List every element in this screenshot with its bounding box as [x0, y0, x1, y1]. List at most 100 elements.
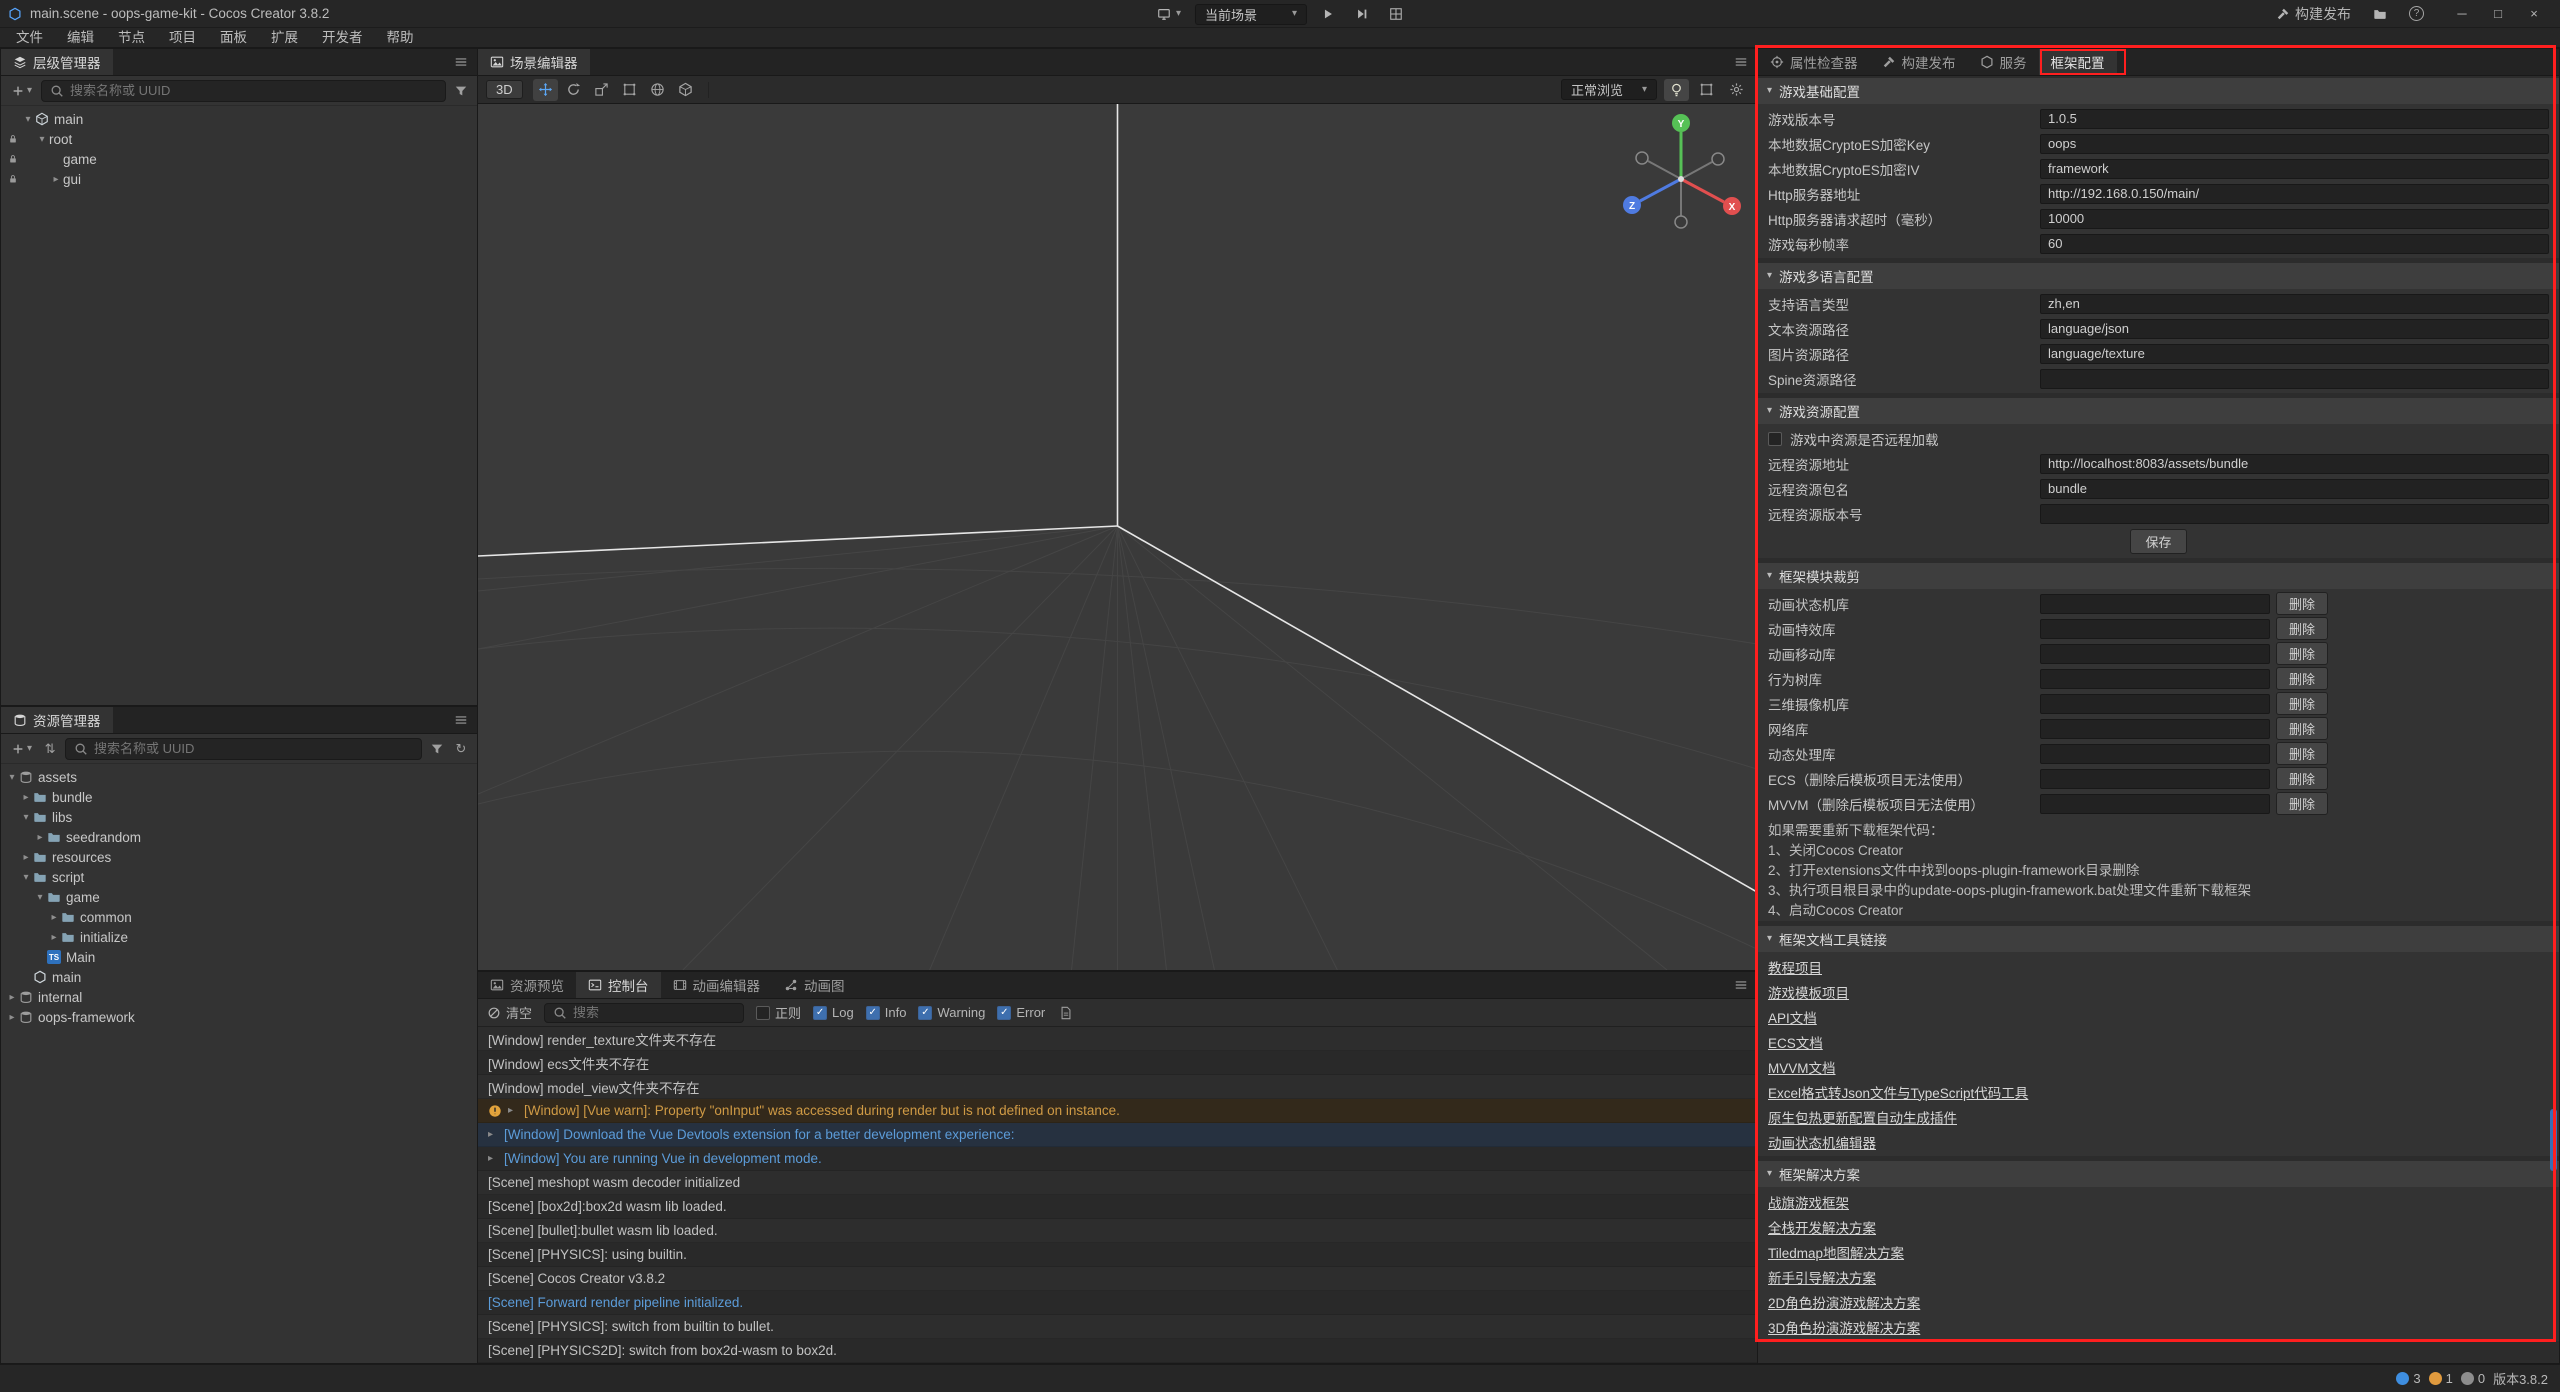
assets-panel-menu-button[interactable] [445, 707, 477, 733]
property-input[interactable] [2040, 109, 2549, 129]
log-row[interactable]: ▸[Window] You are running Vue in develop… [478, 1147, 1757, 1171]
tree-item[interactable]: ▸initialize [1, 927, 477, 947]
scene-panel-menu-button[interactable] [1725, 49, 1757, 75]
menu-item[interactable]: 面板 [208, 28, 259, 48]
scene-select[interactable]: 当前场景 ▾ [1195, 4, 1307, 25]
inspector-scrollbar[interactable] [2550, 1109, 2557, 1171]
rotate-tool-icon[interactable] [561, 79, 586, 101]
delete-module-button[interactable]: 删除 [2276, 642, 2328, 665]
close-button[interactable]: × [2516, 0, 2552, 28]
layout-button[interactable] [1383, 5, 1409, 23]
checkbox[interactable]: ✓ [866, 1006, 880, 1020]
log-row[interactable]: [Scene] Cocos Creator v3.8.2 [478, 1267, 1757, 1291]
tree-item[interactable]: ▸common [1, 907, 477, 927]
property-input[interactable] [2040, 479, 2549, 499]
framework-link[interactable]: 原生包热更新配置自动生成插件 [1768, 1107, 1957, 1127]
console-panel-menu-button[interactable] [1725, 972, 1757, 998]
minimize-button[interactable]: ─ [2444, 0, 2480, 28]
log-expander-icon[interactable]: ▸ [488, 1129, 498, 1140]
scale-tool-icon[interactable] [589, 79, 614, 101]
sort-icon[interactable]: ⇅ [41, 741, 59, 757]
console-search-input[interactable] [573, 1005, 735, 1020]
view-frame-icon[interactable] [1694, 79, 1719, 101]
inspector-tab[interactable]: 属性检查器 [1758, 49, 1870, 75]
tree-expander-icon[interactable]: ▾ [19, 872, 33, 883]
module-input[interactable] [2040, 694, 2270, 714]
tree-item[interactable]: TSMain [1, 947, 477, 967]
checkbox[interactable]: ✓ [997, 1006, 1011, 1020]
section-header[interactable]: ▾框架文档工具链接 [1758, 926, 2559, 952]
tree-item[interactable]: game [1, 149, 477, 169]
framework-link[interactable]: 3D角色扮演游戏解决方案 [1768, 1317, 1920, 1337]
delete-module-button[interactable]: 删除 [2276, 792, 2328, 815]
menu-item[interactable]: 编辑 [55, 28, 106, 48]
delete-module-button[interactable]: 删除 [2276, 692, 2328, 715]
remote-load-checkbox[interactable] [1768, 432, 1782, 446]
log-filter-checkbox[interactable]: ✓Warning [918, 1005, 985, 1020]
rect-tool-icon[interactable] [617, 79, 642, 101]
framework-link[interactable]: 动画状态机编辑器 [1768, 1132, 1876, 1152]
tree-expander-icon[interactable]: ▾ [35, 134, 49, 145]
export-log-icon[interactable] [1057, 1006, 1075, 1020]
tree-item[interactable]: ▾root [1, 129, 477, 149]
framework-link[interactable]: 战旗游戏框架 [1768, 1192, 1849, 1212]
play-button[interactable] [1315, 5, 1341, 23]
view-mode-select[interactable]: 正常浏览 ▾ [1561, 79, 1657, 100]
hierarchy-search[interactable] [41, 80, 446, 102]
module-input[interactable] [2040, 769, 2270, 789]
framework-link[interactable]: API文档 [1768, 1007, 1817, 1027]
log-count-badge[interactable]: 0 [2461, 1371, 2485, 1386]
filter-icon[interactable] [452, 84, 470, 98]
help-button[interactable]: ? [2403, 4, 2430, 23]
module-input[interactable] [2040, 719, 2270, 739]
framework-link[interactable]: 教程项目 [1768, 957, 1822, 977]
framework-link[interactable]: Excel格式转Json文件与TypeScript代码工具 [1768, 1082, 2028, 1102]
log-row[interactable]: [Scene] meshopt wasm decoder initialized [478, 1171, 1757, 1195]
log-row[interactable]: ▸[Window] [Vue warn]: Property "onInput"… [478, 1099, 1757, 1123]
dimension-mode-button[interactable]: 3D [486, 80, 523, 99]
log-row[interactable]: [Scene] [PHYSICS]: using builtin. [478, 1243, 1757, 1267]
module-input[interactable] [2040, 744, 2270, 764]
assets-search-input[interactable] [94, 741, 413, 756]
framework-link[interactable]: 新手引导解决方案 [1768, 1267, 1876, 1287]
property-input[interactable] [2040, 209, 2549, 229]
hierarchy-tab[interactable]: 层级管理器 [1, 49, 113, 75]
refresh-icon[interactable]: ↻ [452, 741, 470, 757]
section-header[interactable]: ▾游戏多语言配置 [1758, 263, 2559, 289]
tree-item[interactable]: ▸bundle [1, 787, 477, 807]
log-row[interactable]: ▸[Window] Download the Vue Devtools exte… [478, 1123, 1757, 1147]
menu-item[interactable]: 帮助 [375, 28, 426, 48]
console-tab[interactable]: 动画图 [772, 972, 857, 998]
delete-module-button[interactable]: 删除 [2276, 667, 2328, 690]
log-filter-checkbox[interactable]: ✓Log [813, 1005, 854, 1020]
tree-item[interactable]: ▾game [1, 887, 477, 907]
hierarchy-search-input[interactable] [70, 83, 437, 98]
log-filter-checkbox[interactable]: ✓Info [866, 1005, 907, 1020]
tree-expander-icon[interactable]: ▾ [19, 812, 33, 823]
create-node-button[interactable]: ▾ [8, 82, 35, 100]
checkbox[interactable]: ✓ [918, 1006, 932, 1020]
clear-console-button[interactable]: 清空 [487, 1003, 532, 1022]
world-space-icon[interactable] [645, 79, 670, 101]
property-input[interactable] [2040, 319, 2549, 339]
open-project-folder-button[interactable] [2367, 5, 2393, 23]
framework-link[interactable]: ECS文档 [1768, 1032, 1823, 1052]
property-input[interactable] [2040, 184, 2549, 204]
property-input[interactable] [2040, 369, 2549, 389]
property-input[interactable] [2040, 159, 2549, 179]
delete-module-button[interactable]: 删除 [2276, 592, 2328, 615]
section-header[interactable]: ▾框架解决方案 [1758, 1161, 2559, 1187]
assets-tab[interactable]: 资源管理器 [1, 707, 113, 733]
framework-link[interactable]: 游戏模板项目 [1768, 982, 1849, 1002]
save-button[interactable]: 保存 [2130, 529, 2186, 554]
create-asset-button[interactable]: ▾ [8, 740, 35, 758]
property-input[interactable] [2040, 134, 2549, 154]
step-button[interactable] [1349, 5, 1375, 23]
tree-item[interactable]: ▾main [1, 109, 477, 129]
console-tab[interactable]: 控制台 [576, 972, 661, 998]
inspector-tab[interactable]: 框架配置 [2039, 49, 2117, 75]
preview-target-button[interactable]: ▾ [1151, 5, 1187, 23]
property-input[interactable] [2040, 504, 2549, 524]
log-row[interactable]: [Window] model_view文件夹不存在 [478, 1075, 1757, 1099]
scene-viewport[interactable]: YXZ [478, 104, 1757, 970]
